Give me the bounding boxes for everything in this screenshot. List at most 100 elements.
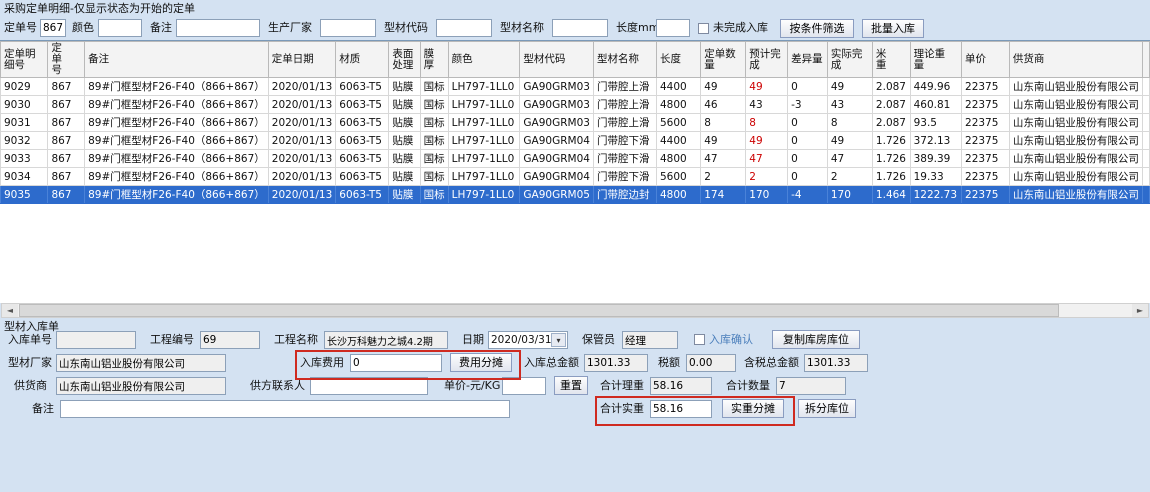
cell-detail-no[interactable]: 9034 (1, 168, 48, 186)
cell-length[interactable]: 4400 (657, 78, 701, 96)
tax-total-input[interactable] (804, 354, 868, 372)
cell-order-no[interactable]: 867 (48, 150, 85, 168)
col-length[interactable]: 长度 (657, 42, 701, 78)
cell-profile-name[interactable]: 门带腔下滑 (593, 168, 656, 186)
filter-color-input[interactable] (98, 19, 142, 37)
cell-expected-done[interactable]: 49 (746, 78, 788, 96)
copy-warehouse-button[interactable]: 复制库房库位 (772, 330, 860, 349)
remark-input[interactable] (60, 400, 510, 418)
cell-profile-name[interactable]: 门带腔上滑 (593, 114, 656, 132)
filter-by-condition-button[interactable]: 按条件筛选 (780, 19, 854, 38)
cell-meter-weight[interactable]: 2.087 (872, 78, 910, 96)
cell-profile-code[interactable]: GA90GRM04 (520, 150, 594, 168)
cell-supplier[interactable]: 山东南山铝业股份有限公司 (1009, 114, 1142, 132)
cell-expected-done[interactable]: 8 (746, 114, 788, 132)
cell-length[interactable]: 4800 (657, 186, 701, 204)
calendar-dropdown-icon[interactable]: ▾ (551, 333, 566, 347)
cell-profile-name[interactable]: 门带腔上滑 (593, 96, 656, 114)
cell-order-no[interactable]: 867 (48, 168, 85, 186)
cell-spacer[interactable] (1142, 78, 1149, 96)
col-material[interactable]: 材质 (336, 42, 389, 78)
cell-unit-price[interactable]: 22375 (962, 96, 1010, 114)
cell-order-no[interactable]: 867 (48, 78, 85, 96)
cell-order-qty[interactable]: 2 (701, 168, 746, 186)
col-theory-weight[interactable]: 理论重 量 (910, 42, 961, 78)
col-detail-no[interactable]: 定单明 细号 (1, 42, 48, 78)
fee-input[interactable] (350, 354, 442, 372)
cell-color[interactable]: LH797-1LL0 (448, 96, 520, 114)
cell-film[interactable]: 国标 (420, 96, 448, 114)
cell-note[interactable]: 89#门框型材F26-F40（866+867） (85, 150, 269, 168)
cell-theory-weight[interactable]: 93.5 (910, 114, 961, 132)
cell-order-no[interactable]: 867 (48, 96, 85, 114)
filter-length-input[interactable] (656, 19, 690, 37)
cell-meter-weight[interactable]: 1.464 (872, 186, 910, 204)
filter-profile-name-input[interactable] (552, 19, 608, 37)
cell-unit-price[interactable]: 22375 (962, 186, 1010, 204)
cell-order-date[interactable]: 2020/01/13 (268, 186, 336, 204)
col-surface[interactable]: 表面 处理 (389, 42, 420, 78)
col-color[interactable]: 颜色 (448, 42, 520, 78)
scroll-left-icon[interactable]: ◄ (2, 304, 18, 317)
cell-supplier[interactable]: 山东南山铝业股份有限公司 (1009, 186, 1142, 204)
project-no-input[interactable] (200, 331, 260, 349)
filter-note-input[interactable] (176, 19, 260, 37)
cell-expected-done[interactable]: 43 (746, 96, 788, 114)
cell-film[interactable]: 国标 (420, 132, 448, 150)
cell-actual-done[interactable]: 49 (827, 78, 872, 96)
cell-profile-name[interactable]: 门带腔下滑 (593, 150, 656, 168)
col-note[interactable]: 备注 (85, 42, 269, 78)
fee-share-button[interactable]: 费用分摊 (450, 353, 512, 372)
cell-material[interactable]: 6063-T5 (336, 114, 389, 132)
cell-order-qty[interactable]: 46 (701, 96, 746, 114)
cell-detail-no[interactable]: 9029 (1, 78, 48, 96)
cell-length[interactable]: 5600 (657, 168, 701, 186)
cell-length[interactable]: 4800 (657, 150, 701, 168)
col-unit-price[interactable]: 单价 (962, 42, 1010, 78)
order-row[interactable]: 903486789#门框型材F26-F40（866+867）2020/01/13… (1, 168, 1150, 186)
cell-actual-done[interactable]: 47 (827, 150, 872, 168)
cell-surface[interactable]: 贴膜 (389, 132, 420, 150)
project-name-input[interactable] (324, 331, 448, 349)
cell-note[interactable]: 89#门框型材F26-F40（866+867） (85, 78, 269, 96)
filter-profile-code-input[interactable] (436, 19, 492, 37)
cell-material[interactable]: 6063-T5 (336, 168, 389, 186)
cell-actual-done[interactable]: 170 (827, 186, 872, 204)
factory-input[interactable] (56, 354, 226, 372)
cell-diff[interactable]: 0 (788, 114, 828, 132)
theory-weight-input[interactable] (650, 377, 712, 395)
cell-profile-code[interactable]: GA90GRM03 (520, 114, 594, 132)
cell-theory-weight[interactable]: 460.81 (910, 96, 961, 114)
cell-film[interactable]: 国标 (420, 78, 448, 96)
col-meter-weight[interactable]: 米 重 (872, 42, 910, 78)
cell-meter-weight[interactable]: 2.087 (872, 96, 910, 114)
col-profile-name[interactable]: 型材名称 (593, 42, 656, 78)
cell-profile-name[interactable]: 门带腔边封 (593, 186, 656, 204)
scrollbar-thumb[interactable] (19, 304, 1059, 317)
inbound-confirm-checkbox[interactable] (694, 334, 705, 345)
cell-film[interactable]: 国标 (420, 150, 448, 168)
cell-length[interactable]: 4800 (657, 96, 701, 114)
col-expected-done[interactable]: 预计完 成 (746, 42, 788, 78)
cell-expected-done[interactable]: 47 (746, 150, 788, 168)
cell-order-date[interactable]: 2020/01/13 (268, 96, 336, 114)
col-actual-done[interactable]: 实际完 成 (827, 42, 872, 78)
cell-unit-price[interactable]: 22375 (962, 114, 1010, 132)
cell-actual-done[interactable]: 43 (827, 96, 872, 114)
cell-detail-no[interactable]: 9035 (1, 186, 48, 204)
split-location-button[interactable]: 拆分库位 (798, 399, 856, 418)
cell-spacer[interactable] (1142, 150, 1149, 168)
cell-note[interactable]: 89#门框型材F26-F40（866+867） (85, 186, 269, 204)
order-row[interactable]: 903586789#门框型材F26-F40（866+867）2020/01/13… (1, 186, 1150, 204)
cell-order-qty[interactable]: 49 (701, 78, 746, 96)
cell-note[interactable]: 89#门框型材F26-F40（866+867） (85, 96, 269, 114)
cell-color[interactable]: LH797-1LL0 (448, 168, 520, 186)
unfinished-checkbox[interactable] (698, 23, 709, 34)
order-row[interactable]: 903286789#门框型材F26-F40（866+867）2020/01/13… (1, 132, 1150, 150)
cell-theory-weight[interactable]: 372.13 (910, 132, 961, 150)
col-order-no[interactable]: 定 单 号 (48, 42, 85, 78)
cell-actual-done[interactable]: 2 (827, 168, 872, 186)
order-row[interactable]: 903386789#门框型材F26-F40（866+867）2020/01/13… (1, 150, 1150, 168)
cell-meter-weight[interactable]: 1.726 (872, 150, 910, 168)
cell-unit-price[interactable]: 22375 (962, 168, 1010, 186)
